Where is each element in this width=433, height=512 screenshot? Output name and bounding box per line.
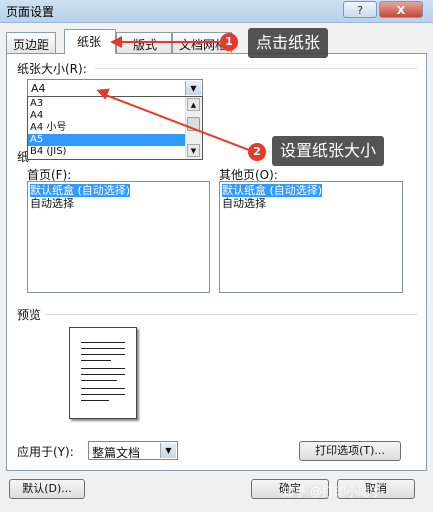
list-item-selected[interactable]: 默认纸盒 (自动选择) [222,184,323,197]
window-title: 页面设置 [6,5,55,19]
step-badge-1: 1 [220,33,238,51]
preview-label: 预览 [17,308,42,322]
dropdown-option-selected[interactable]: A5 [28,134,186,146]
dropdown-option[interactable]: A3 [28,98,186,110]
page-setup-dialog: 页面设置 ? X 页边距 纸张 版式 文档网格 纸张大小(R): A4 ▼ A3… [0,0,433,512]
step-badge-2: 2 [248,143,266,161]
preview-line [81,348,125,349]
first-page-list[interactable]: 默认纸盒 (自动选择) 自动选择 [27,181,210,293]
arrowhead-icon [110,36,122,48]
preview-line [81,388,125,389]
close-button[interactable]: X [379,1,423,18]
chevron-down-icon[interactable]: ▼ [160,443,176,458]
print-options-button[interactable]: 打印选项(T)... [299,441,401,461]
tab-margins[interactable]: 页边距 [6,32,56,53]
other-pages-list[interactable]: 默认纸盒 (自动选择) 自动选择 [219,181,403,293]
apply-to-select[interactable]: 整篇文档 ▼ [88,441,178,460]
title-bar: 页面设置 ? X [0,0,433,23]
list-item[interactable]: 自动选择 [30,197,74,210]
apply-to-value: 整篇文档 [92,446,141,460]
paper-size-select[interactable]: A4 ▼ [27,79,203,97]
scroll-up-icon[interactable]: ▲ [187,98,200,111]
page-preview [69,327,137,419]
chevron-down-icon[interactable]: ▼ [185,81,201,95]
list-item-selected[interactable]: 默认纸盒 (自动选择) [30,184,131,197]
paper-size-label: 纸张大小(R): [17,62,87,76]
list-item[interactable]: 自动选择 [222,197,266,210]
help-button[interactable]: ? [343,1,377,18]
watermark-text: 知乎 @打印小助手 [282,485,382,499]
preview-line [81,368,125,369]
divider [95,68,417,69]
divider [45,314,417,315]
dropdown-option[interactable]: A4 小号 [28,122,186,134]
tab-paper[interactable]: 纸张 [64,29,116,54]
preview-line [81,374,125,375]
scroll-down-icon[interactable]: ▼ [187,144,200,157]
preview-line [81,400,109,401]
preview-line [81,342,125,343]
preview-line [81,360,111,361]
callout-step2: 设置纸张大小 [272,136,385,166]
apply-to-label: 应用于(Y): [17,445,74,459]
dropdown-option[interactable]: B4 (JIS) [28,146,186,158]
preview-line [81,380,117,381]
default-button[interactable]: 默认(D)... [9,479,85,499]
paper-size-value: A4 [31,82,46,95]
annotation-arrow [120,41,228,43]
callout-step1: 点击纸张 [248,28,329,58]
paper-size-dropdown: A3 A4 A4 小号 A5 B4 (JIS) ▲ ▼ [27,96,203,160]
preview-line [81,394,125,395]
preview-line [81,354,125,355]
